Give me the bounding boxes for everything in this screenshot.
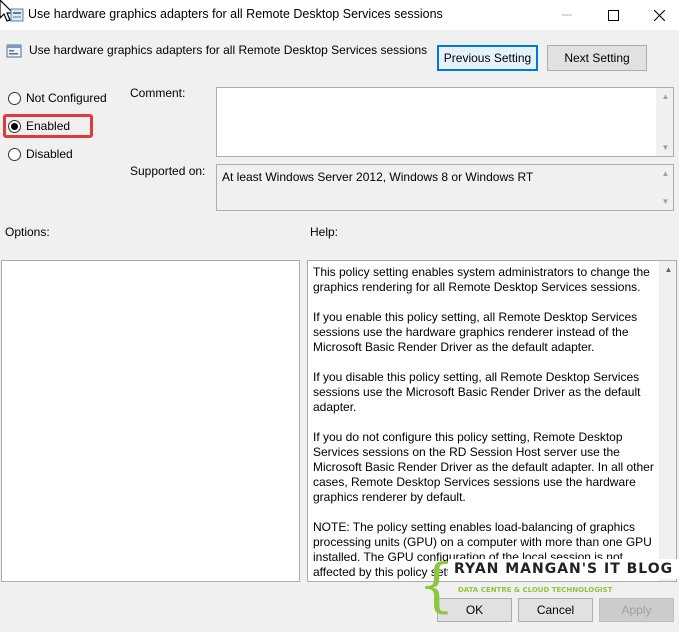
supported-on-value: At least Windows Server 2012, Windows 8 … xyxy=(222,170,534,184)
scroll-up-icon[interactable]: ▲ xyxy=(657,88,674,105)
radio-label: Disabled xyxy=(26,147,73,161)
comment-value xyxy=(217,88,673,94)
minimize-button[interactable] xyxy=(544,0,590,30)
supported-scrollbar[interactable]: ▲ ▼ xyxy=(656,165,673,210)
scroll-down-icon[interactable]: ▼ xyxy=(657,139,674,156)
radio-circle xyxy=(8,147,21,161)
scroll-up-icon[interactable]: ▲ xyxy=(660,261,676,278)
comment-field[interactable]: ▲ ▼ xyxy=(216,87,674,157)
window-title: Use hardware graphics adapters for all R… xyxy=(28,7,443,21)
help-paragraph: This policy setting enables system admin… xyxy=(313,265,650,294)
help-scrollbar[interactable]: ▲ xyxy=(659,261,676,581)
options-pane xyxy=(1,260,300,582)
blog-watermark: { RYAN MANGAN'S IT BLOG DATA CENTRE & CL… xyxy=(418,556,679,620)
scroll-down-icon[interactable]: ▼ xyxy=(657,193,674,210)
previous-setting-button[interactable]: Previous Setting xyxy=(437,45,538,71)
maximize-button[interactable] xyxy=(590,0,636,30)
close-button[interactable] xyxy=(636,0,679,30)
help-paragraph: If you enable this policy setting, all R… xyxy=(313,310,638,354)
help-text: This policy setting enables system admin… xyxy=(313,265,658,581)
radio-not-configured[interactable]: Not Configured xyxy=(8,91,107,105)
close-icon xyxy=(653,9,665,21)
policy-name: Use hardware graphics adapters for all R… xyxy=(29,43,428,57)
options-label: Options: xyxy=(5,225,50,239)
supported-on-label: Supported on: xyxy=(130,164,206,178)
watermark-title: RYAN MANGAN'S IT BLOG xyxy=(448,559,679,579)
radio-disabled[interactable]: Disabled xyxy=(8,147,73,161)
policy-setting-icon xyxy=(6,44,22,58)
help-pane: This policy setting enables system admin… xyxy=(307,260,677,582)
radio-circle xyxy=(8,91,21,105)
comment-label: Comment: xyxy=(130,86,186,100)
comment-scrollbar[interactable]: ▲ ▼ xyxy=(656,88,673,156)
help-paragraph: If you do not configure this policy sett… xyxy=(313,430,654,504)
maximize-icon xyxy=(607,9,619,21)
help-label: Help: xyxy=(310,225,339,239)
next-setting-button[interactable]: Next Setting xyxy=(547,45,647,71)
supported-on-field: At least Windows Server 2012, Windows 8 … xyxy=(216,164,674,211)
radio-label: Not Configured xyxy=(26,91,107,105)
scroll-up-icon[interactable]: ▲ xyxy=(657,165,674,182)
watermark-subtitle: DATA CENTRE & CLOUD TECHNOLOGIST xyxy=(458,586,613,594)
annotation-highlight-box xyxy=(3,114,93,138)
help-paragraph: If you disable this policy setting, all … xyxy=(313,370,641,414)
minimize-icon xyxy=(562,14,572,16)
policy-window-icon xyxy=(10,8,24,22)
